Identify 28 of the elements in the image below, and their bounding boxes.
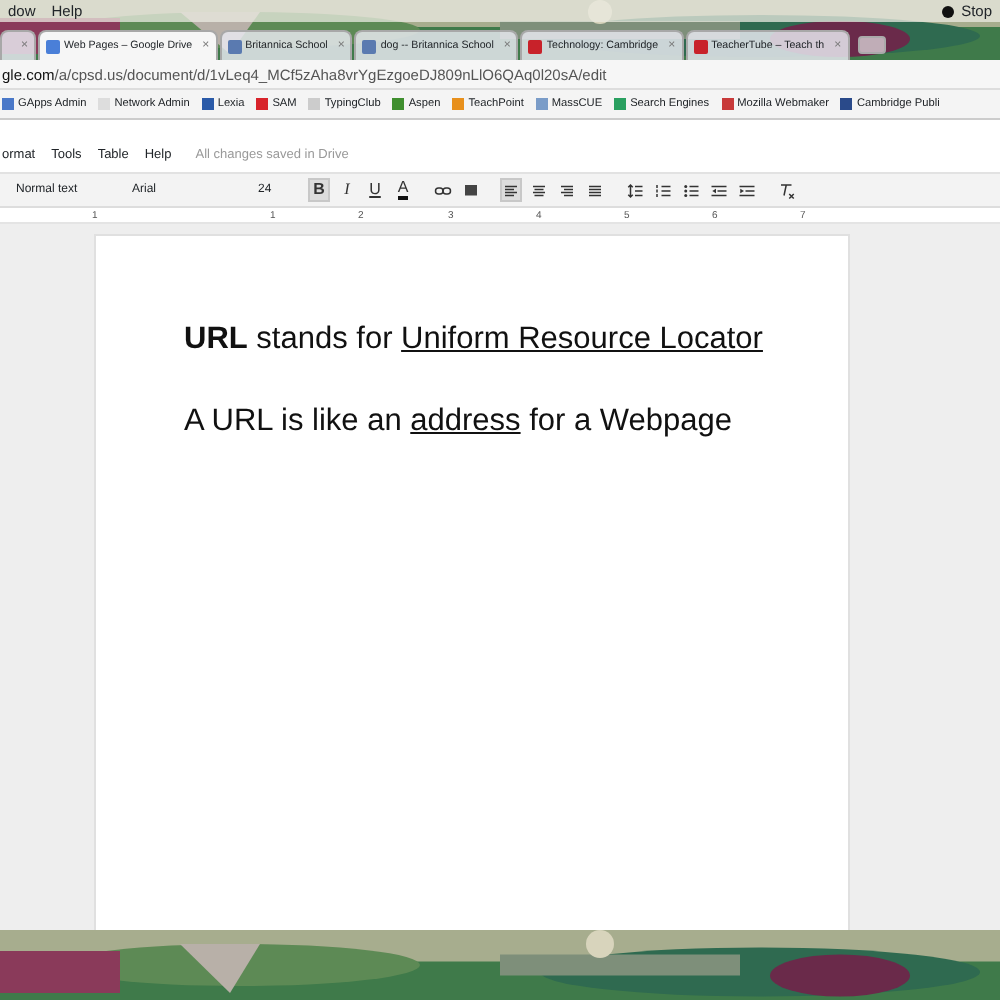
align-right-icon <box>558 181 576 199</box>
document-text: URL stands for Uniform Resource Locator <box>184 320 760 360</box>
comment-icon <box>462 181 480 199</box>
indent-icon <box>738 181 756 199</box>
line-spacing-button[interactable] <box>624 178 646 202</box>
tab-favicon-icon <box>46 39 60 53</box>
link-icon <box>434 181 452 199</box>
tab-favicon-icon <box>693 39 708 53</box>
line-spacing-icon <box>626 181 644 199</box>
text-color-button[interactable]: A <box>392 178 414 202</box>
align-justify-icon <box>586 181 604 199</box>
clear-formatting-button[interactable] <box>776 178 798 202</box>
clear-formatting-icon <box>778 181 796 199</box>
bulleted-list-icon <box>682 181 700 199</box>
tab-favicon-icon <box>528 39 543 53</box>
align-left-icon <box>502 181 520 199</box>
underline-button[interactable]: U <box>364 178 386 202</box>
record-icon <box>941 5 954 17</box>
tab-favicon-icon <box>227 39 242 53</box>
new-tab-button[interactable] <box>857 36 886 54</box>
align-left-button[interactable] <box>500 178 522 202</box>
numbered-list-icon <box>654 181 672 199</box>
align-center-icon <box>530 181 548 199</box>
document-text: A URL is like an address for a Webpage <box>184 402 734 443</box>
bold-button[interactable]: B <box>308 178 330 202</box>
italic-button[interactable]: I <box>336 178 358 202</box>
outdent-icon <box>710 181 728 199</box>
tab-favicon-icon <box>362 39 377 53</box>
